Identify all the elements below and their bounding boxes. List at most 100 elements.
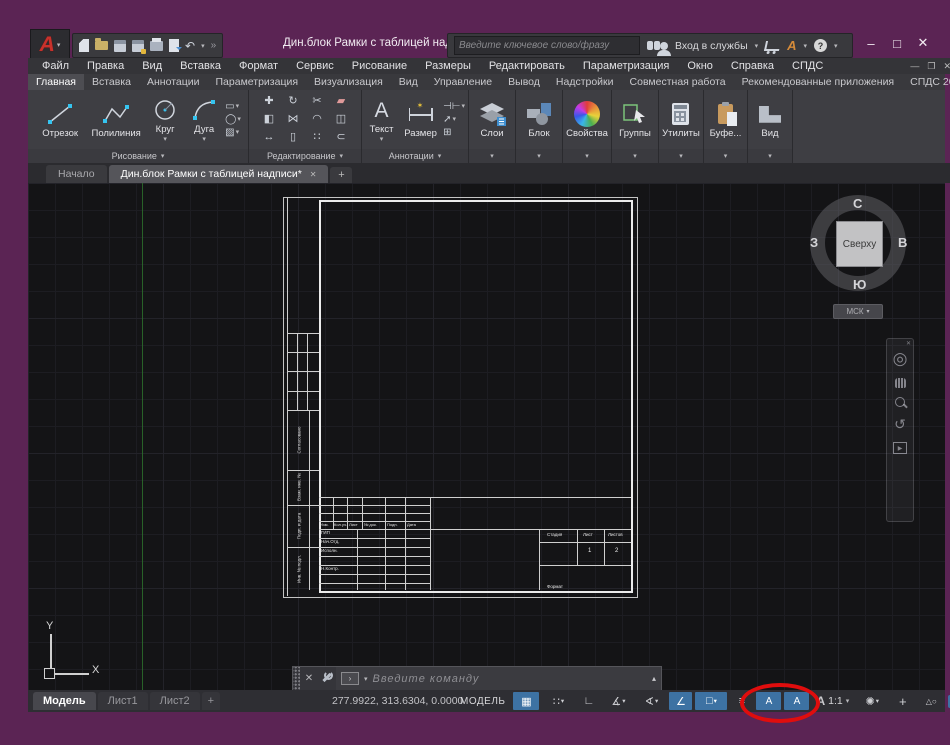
menu-file[interactable]: Файл [42,60,69,72]
menu-parametric[interactable]: Параметризация [583,60,669,72]
signin-button[interactable]: Вход в службы [675,40,748,52]
keyword-search-input[interactable]: Введите ключевое слово/фразу [454,36,640,55]
move-button[interactable]: ✚ [264,96,273,107]
viewcube-west[interactable]: З [810,235,818,250]
array-button[interactable]: ∷ [314,132,321,143]
scale-button[interactable]: ▯ [290,132,296,143]
menu-spds[interactable]: СПДС [792,60,823,72]
ribbon-tab-view[interactable]: Вид [391,74,426,90]
maximize-button[interactable]: □ [884,36,910,51]
groups-button[interactable]: Группы [619,99,651,139]
close-button[interactable]: ✕ [910,35,936,51]
new-layout-button[interactable]: + [201,692,221,710]
panel-annotation-label[interactable]: Аннотации ▾ [362,149,468,163]
osnap-tracking-toggle[interactable]: ∠ [669,692,693,710]
ribbon-tab-spds[interactable]: СПДС 2019 [902,74,950,90]
undo-icon[interactable]: ↶ [185,40,195,52]
fillet-button[interactable]: ◠ [312,114,322,125]
wcs-dropdown[interactable]: МСК ▾ [833,304,883,319]
mirror-button[interactable]: ⋈ [288,114,299,125]
search-binoculars-icon[interactable] [647,41,653,50]
line-button[interactable]: Отрезок [35,99,85,139]
rectangle-tool-button[interactable]: ▭ ▾ [225,101,241,112]
panel-clipboard-expander[interactable]: ▾ [704,149,747,163]
menu-dimension[interactable]: Размеры [425,60,471,72]
utilities-button[interactable]: Утилиты [662,99,700,139]
layers-button[interactable]: Слои [477,99,507,139]
showmotion-icon[interactable]: ▶ [893,442,907,454]
open-file-icon[interactable] [95,38,108,50]
panel-draw-label[interactable]: Рисование ▾ [28,149,248,163]
offset-button[interactable]: ⊂ [336,132,345,143]
menu-insert[interactable]: Вставка [180,60,221,72]
zoom-icon[interactable] [895,397,905,407]
panel-block-expander[interactable]: ▾ [516,149,562,163]
panel-modify-label[interactable]: Редактирование ▾ [249,149,361,163]
tab-layout1[interactable]: Лист1 [97,692,148,710]
ribbon-tab-collaborate[interactable]: Совместная работа [622,74,734,90]
command-history-up-icon[interactable]: ▴ [652,674,656,683]
osnap-toggle[interactable]: □ ▾ [695,692,728,710]
ribbon-tab-addins[interactable]: Надстройки [548,74,622,90]
trim-button[interactable]: ✂ [312,96,321,107]
undo-dropdown-icon[interactable]: ▾ [201,42,205,50]
minimize-button[interactable]: – [858,36,884,51]
tab-start[interactable]: Начало [46,165,107,183]
clipboard-button[interactable]: Буфе... [710,99,741,139]
command-line[interactable]: ✕ › ▾ Введите команду ▴ [292,666,662,691]
customization-crosshair-button[interactable]: + [891,692,914,710]
polyline-button[interactable]: Полилиния [88,99,144,139]
view-button[interactable]: Вид [759,99,781,139]
panel-utilities-expander[interactable]: ▾ [659,149,703,163]
ellipse-tool-button[interactable]: ◯ ▾ [225,114,241,125]
menu-format[interactable]: Формат [239,60,278,72]
mdi-minimize-icon[interactable]: — [910,61,919,71]
hatch-tool-button[interactable]: ▨ ▾ [225,127,241,138]
ribbon-tab-manage[interactable]: Управление [426,74,500,90]
isodraft-toggle[interactable]: ∢ ▾ [636,692,666,710]
leader-button[interactable]: ➚ ▾ [443,114,465,125]
properties-button[interactable]: Свойства [566,99,608,139]
tab-model[interactable]: Модель [33,692,96,710]
exchange-apps-icon[interactable]: A [787,38,796,53]
block-button[interactable]: Блок [524,99,554,139]
workspace-gear-button[interactable]: ✺ ▾ [856,692,888,710]
viewcube-east[interactable]: В [898,235,907,250]
new-drawing-tab-button[interactable]: + [330,167,353,183]
viewcube-south[interactable]: Ю [853,277,866,292]
help-dropdown-icon[interactable]: ▾ [834,42,838,50]
plot-icon[interactable] [150,37,163,51]
save-as-icon[interactable] [132,39,146,54]
command-line-grip[interactable] [293,667,300,690]
grid-toggle[interactable]: ▦ [513,692,540,710]
viewcube-top-face[interactable]: Сверху [836,221,883,267]
store-cart-icon[interactable] [764,40,782,51]
tab-active-drawing[interactable]: Дин.блок Рамки с таблицей надписи* ✕ [108,165,329,183]
pan-icon[interactable] [894,378,906,388]
explode-button[interactable]: ◫ [336,114,346,125]
menu-edit[interactable]: Правка [87,60,124,72]
save-icon[interactable] [114,39,126,52]
erase-button[interactable]: ▰ [337,96,345,107]
menu-modify[interactable]: Редактировать [489,60,565,72]
annotation-autoscale-toggle[interactable]: А [784,692,810,710]
panel-view-expander[interactable]: ▾ [748,149,792,163]
snap-toggle[interactable]: ∷ ▾ [542,692,574,710]
mdi-close-icon[interactable]: ✕ [943,61,950,72]
lineweight-toggle[interactable]: ≡ [730,692,753,710]
copy-button[interactable]: ◧ [264,114,274,125]
model-space-button[interactable]: МОДЕЛЬ [455,692,510,710]
signin-dropdown-icon[interactable]: ▾ [755,42,759,50]
ribbon-tab-annotate[interactable]: Аннотации [139,74,208,90]
help-icon[interactable]: ? [814,39,828,52]
ribbon-tab-home[interactable]: Главная [28,74,84,90]
isolate-objects-button[interactable]: △○ [917,692,945,710]
stretch-button[interactable]: ↔ [264,132,275,143]
mdi-restore-icon[interactable]: ❐ [927,61,935,72]
navigation-wheel-icon[interactable]: ◎ [893,349,908,369]
panel-groups-expander[interactable]: ▾ [612,149,658,163]
dimension-button[interactable]: ✶ Размер [401,99,440,139]
ribbon-tab-insert[interactable]: Вставка [84,74,139,90]
ribbon-tab-visualize[interactable]: Визуализация [306,74,391,90]
menu-help[interactable]: Справка [731,60,774,72]
